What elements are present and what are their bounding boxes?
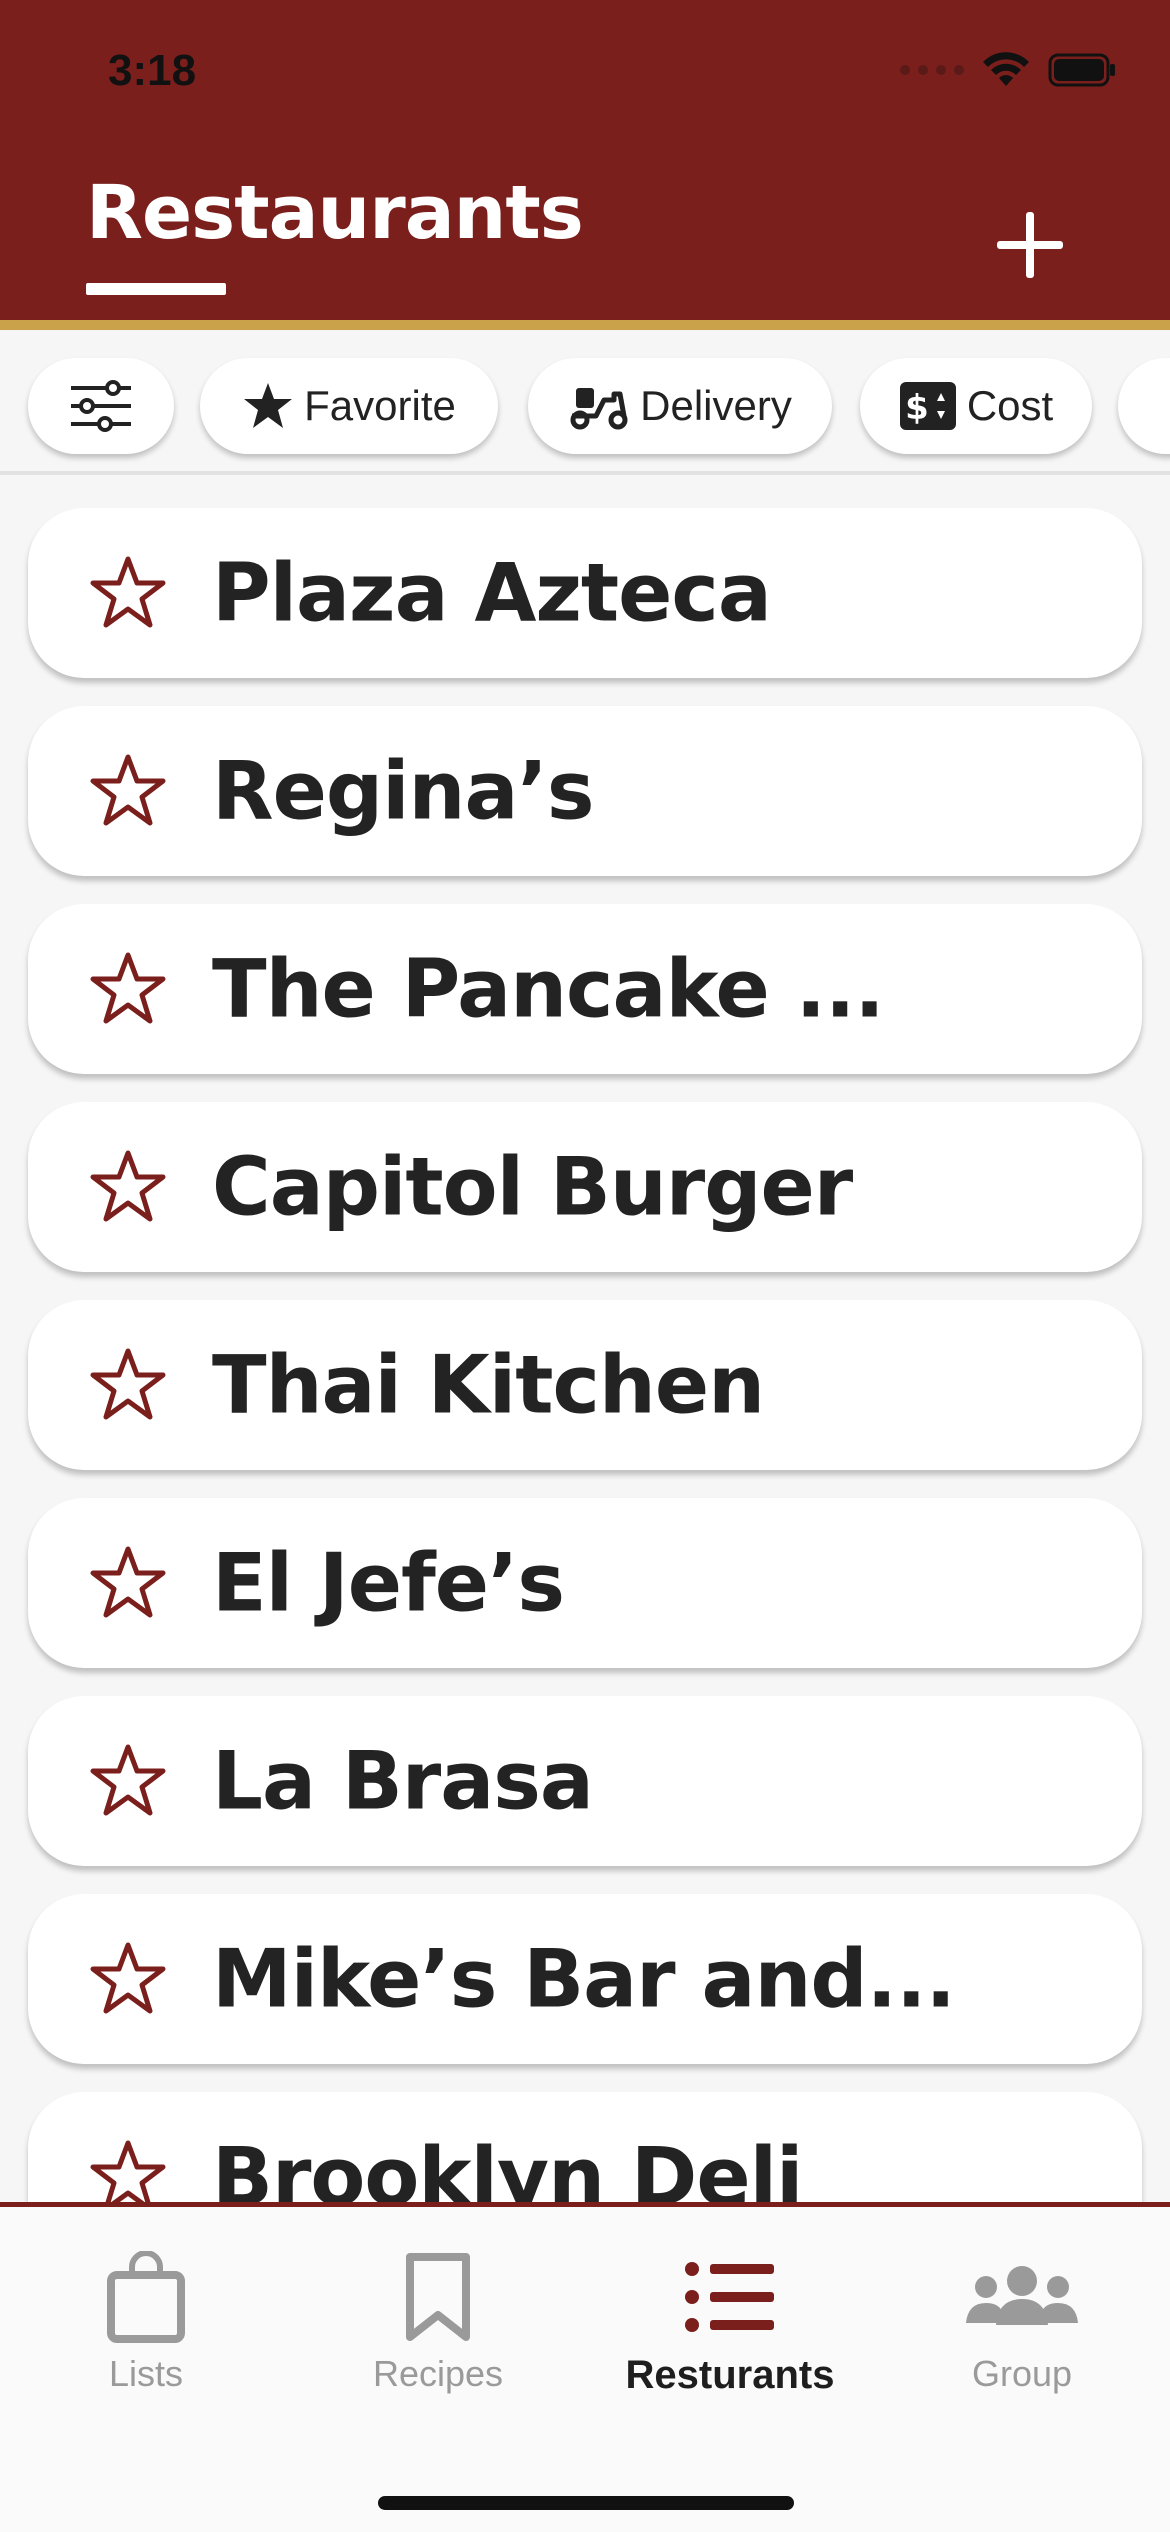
filter-bar: Favorite Delivery $ Cost [0,340,1170,475]
tab-restaurants-label: Resturants [625,2353,835,2397]
filter-delivery-chip[interactable]: Delivery [528,358,832,454]
restaurant-name: El Jefe’s [212,1536,565,1630]
group-icon [964,2247,1080,2347]
restaurant-row[interactable]: El Jefe’s [28,1498,1142,1668]
bookmark-icon [404,2247,472,2347]
star-outline-icon[interactable] [90,2139,166,2202]
restaurant-name: Plaza Azteca [212,546,772,640]
tab-recipes-label: Recipes [372,2353,504,2394]
restaurant-name: Mike’s Bar and... [212,1932,956,2026]
dollar-sort-icon: $ [899,381,957,431]
wifi-icon [982,52,1030,88]
plus-icon [997,212,1063,278]
page-title: Restaurants [86,170,584,256]
restaurant-row[interactable]: Brooklyn Deli [28,2092,1142,2202]
filter-favorite-label: Favorite [304,382,456,429]
tab-lists-label: Lists [108,2353,184,2394]
restaurant-row[interactable]: Capitol Burger [28,1102,1142,1272]
home-indicator[interactable] [378,2496,794,2510]
star-outline-icon[interactable] [90,1545,166,1621]
filter-favorite-chip[interactable]: Favorite [200,358,498,454]
sliders-icon [69,380,133,432]
restaurant-name: Capitol Burger [212,1140,853,1234]
star-outline-icon[interactable] [90,555,166,631]
cellular-signal-icon [900,65,964,75]
status-time: 3:18 [108,46,197,95]
restaurant-row[interactable]: Thai Kitchen [28,1300,1142,1470]
filter-delivery-label: Delivery [640,382,792,429]
status-icons [900,52,1118,88]
app-header: 3:18 Restaurants [0,0,1170,330]
restaurant-name: Brooklyn Deli [212,2130,803,2203]
battery-icon [1048,53,1118,87]
tab-group-label: Group [971,2353,1073,2394]
tab-lists[interactable]: Lists [0,2207,292,2437]
tab-restaurants[interactable]: Resturants [584,2207,876,2437]
restaurant-list: Plaza Azteca Regina’s The Pancake ... Ca… [0,478,1170,2202]
filter-cost-label: Cost [966,382,1054,429]
star-outline-icon[interactable] [90,951,166,1027]
restaurant-name: The Pancake ... [212,942,885,1036]
restaurant-row[interactable]: La Brasa [28,1696,1142,1866]
restaurant-row[interactable]: Mike’s Bar and... [28,1894,1142,2064]
star-outline-icon[interactable] [90,1347,166,1423]
shopping-bag-icon [106,2247,186,2347]
tab-bar: Lists Recipes Resturants Group [0,2202,1170,2532]
svg-text:$: $ [905,388,929,428]
restaurant-row[interactable]: Plaza Azteca [28,508,1142,678]
tab-group[interactable]: Group [876,2207,1168,2437]
star-filled-icon [242,381,294,431]
restaurant-row[interactable]: Regina’s [28,706,1142,876]
star-outline-icon[interactable] [90,753,166,829]
filter-more-chip[interactable] [1118,358,1170,454]
scooter-icon [568,382,630,430]
star-outline-icon[interactable] [90,1149,166,1225]
restaurant-row[interactable]: The Pancake ... [28,904,1142,1074]
tab-recipes[interactable]: Recipes [292,2207,584,2437]
list-icon [684,2247,776,2347]
add-restaurant-button[interactable] [985,200,1075,290]
star-outline-icon[interactable] [90,1941,166,2017]
filter-cost-chip[interactable]: $ Cost [860,358,1092,454]
restaurant-name: Regina’s [212,744,594,838]
star-outline-icon[interactable] [90,1743,166,1819]
title-underline [86,283,226,295]
filter-settings-chip[interactable] [28,358,174,454]
restaurant-name: Thai Kitchen [212,1338,765,1432]
restaurant-name: La Brasa [212,1734,594,1828]
